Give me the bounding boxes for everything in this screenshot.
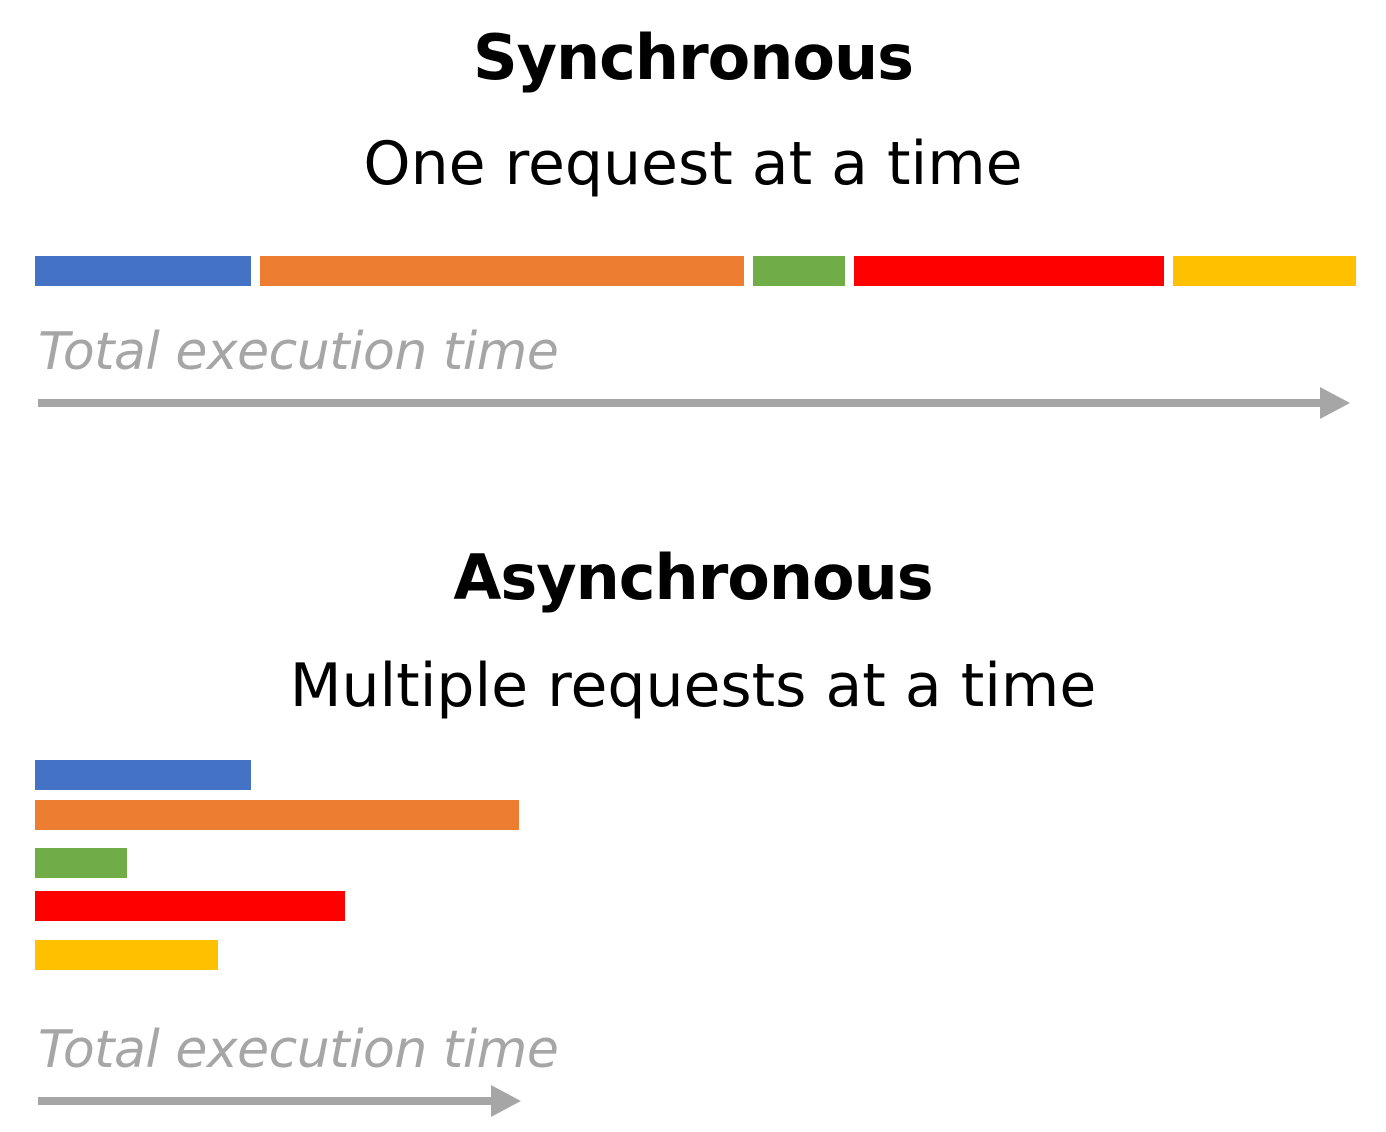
asynchronous-time-arrow — [38, 1085, 521, 1117]
